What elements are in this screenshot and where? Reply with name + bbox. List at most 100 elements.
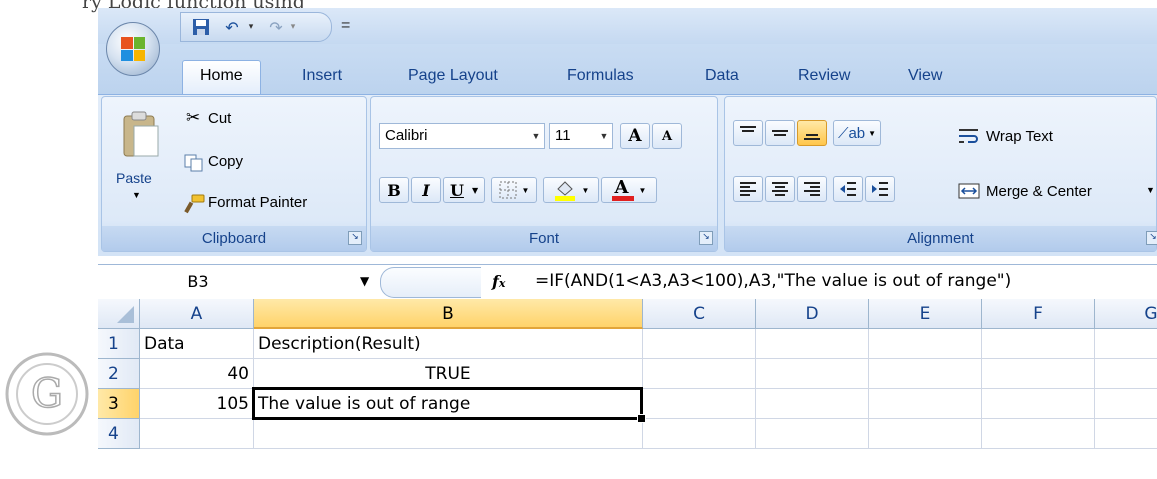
font-size-combo[interactable]: 11 ▼ <box>549 123 613 149</box>
column-header-b[interactable]: B <box>254 299 643 329</box>
column-header-f[interactable]: F <box>982 299 1095 329</box>
cell-a2[interactable]: 40 <box>140 359 254 389</box>
chevron-down-icon[interactable]: ▼ <box>596 124 612 148</box>
chevron-down-icon[interactable]: ▼ <box>522 186 530 195</box>
tab-review[interactable]: Review <box>798 67 850 85</box>
office-button[interactable] <box>106 22 160 76</box>
underline-button[interactable]: U ▼ <box>443 177 485 203</box>
alignment-launcher-icon[interactable]: ↘ <box>1146 231 1157 245</box>
cell-f3[interactable] <box>982 389 1095 419</box>
align-top-button[interactable] <box>733 120 763 146</box>
increase-indent-button[interactable] <box>865 176 895 202</box>
cell-g4[interactable] <box>1095 419 1157 449</box>
shrink-font-button[interactable]: A <box>652 123 682 149</box>
customize-toolbar-button[interactable]: = <box>341 17 350 35</box>
merge-center-icon <box>958 183 980 199</box>
column-header-g[interactable]: G <box>1095 299 1157 329</box>
align-left-button[interactable] <box>733 176 763 202</box>
tab-home[interactable]: Home <box>182 60 261 94</box>
cell-d3[interactable] <box>756 389 869 419</box>
insert-function-icon[interactable]: fx <box>492 268 505 297</box>
column-header-d[interactable]: D <box>756 299 869 329</box>
tab-formulas[interactable]: Formulas <box>567 67 634 85</box>
row-header-3[interactable]: 3 <box>98 389 140 419</box>
align-center-button[interactable] <box>765 176 795 202</box>
formula-bar-divider-knob[interactable] <box>380 267 481 298</box>
redo-icon[interactable]: ↷ <box>265 17 287 37</box>
cell-a1[interactable]: Data <box>140 329 254 359</box>
name-box-dropdown-icon[interactable]: ▼ <box>360 268 369 295</box>
cell-c1[interactable] <box>643 329 756 359</box>
cell-b1[interactable]: Description(Result) <box>254 329 643 359</box>
wrap-text-button[interactable]: Wrap Text <box>958 126 1098 150</box>
cell-a3[interactable]: 105 <box>140 389 254 419</box>
cell-e2[interactable] <box>869 359 982 389</box>
format-painter-button[interactable]: Format Painter <box>182 192 362 216</box>
italic-button[interactable]: I <box>411 177 441 203</box>
cell-g2[interactable] <box>1095 359 1157 389</box>
paste-button[interactable]: Paste ▼ <box>110 104 170 220</box>
redo-dropdown-icon[interactable]: ▾ <box>287 17 299 37</box>
cell-b4[interactable] <box>254 419 643 449</box>
grow-font-button[interactable]: A <box>620 123 650 149</box>
clipboard-icon <box>123 111 159 157</box>
borders-button[interactable]: ▼ <box>491 177 537 203</box>
cell-c4[interactable] <box>643 419 756 449</box>
column-header-e[interactable]: E <box>869 299 982 329</box>
chevron-down-icon[interactable]: ▼ <box>639 186 647 195</box>
row-header-4[interactable]: 4 <box>98 419 140 449</box>
cell-f4[interactable] <box>982 419 1095 449</box>
cell-e4[interactable] <box>869 419 982 449</box>
cell-f1[interactable] <box>982 329 1095 359</box>
select-all-button[interactable] <box>98 299 140 329</box>
shrink-font-icon: A <box>661 128 673 144</box>
chevron-down-icon[interactable]: ▼ <box>472 185 478 195</box>
chevron-down-icon[interactable]: ▼ <box>868 129 876 138</box>
column-header-c[interactable]: C <box>643 299 756 329</box>
row-header-2[interactable]: 2 <box>98 359 140 389</box>
font-launcher-icon[interactable]: ↘ <box>699 231 713 245</box>
wrap-text-icon <box>959 129 978 143</box>
font-name-combo[interactable]: Calibri ▼ <box>379 123 545 149</box>
cell-b2[interactable]: TRUE <box>254 359 643 389</box>
clipboard-launcher-icon[interactable]: ↘ <box>348 231 362 245</box>
cell-a4[interactable] <box>140 419 254 449</box>
cell-d4[interactable] <box>756 419 869 449</box>
cell-d2[interactable] <box>756 359 869 389</box>
align-bottom-button[interactable] <box>797 120 827 146</box>
undo-icon[interactable]: ↶ <box>221 17 243 37</box>
chevron-down-icon[interactable]: ▼ <box>1146 185 1155 195</box>
cell-e1[interactable] <box>869 329 982 359</box>
tab-page-layout[interactable]: Page Layout <box>408 67 498 85</box>
align-middle-button[interactable] <box>765 120 795 146</box>
undo-dropdown-icon[interactable]: ▾ <box>245 17 257 37</box>
formula-input[interactable]: =IF(AND(1<A3,A3<100),A3,"The value is ou… <box>535 268 1011 295</box>
cell-f2[interactable] <box>982 359 1095 389</box>
chevron-down-icon[interactable]: ▼ <box>528 124 544 148</box>
cell-d1[interactable] <box>756 329 869 359</box>
tab-data[interactable]: Data <box>705 67 739 85</box>
orientation-button[interactable]: ⟋ab ▼ <box>833 120 881 146</box>
name-box[interactable]: B3 <box>98 268 298 295</box>
column-header-a[interactable]: A <box>140 299 254 329</box>
cell-c2[interactable] <box>643 359 756 389</box>
row-header-1[interactable]: 1 <box>98 329 140 359</box>
office-logo-icon <box>121 37 145 61</box>
cell-e3[interactable] <box>869 389 982 419</box>
cell-c3[interactable] <box>643 389 756 419</box>
merge-center-button[interactable]: Merge & Center ▼ <box>958 181 1157 205</box>
tab-view[interactable]: View <box>908 67 942 85</box>
align-right-button[interactable] <box>797 176 827 202</box>
save-icon[interactable] <box>191 17 211 37</box>
cell-g3[interactable] <box>1095 389 1157 419</box>
cell-b3[interactable]: The value is out of range <box>254 389 643 419</box>
tab-insert[interactable]: Insert <box>302 67 342 85</box>
copy-button[interactable]: Copy <box>182 151 282 175</box>
decrease-indent-button[interactable] <box>833 176 863 202</box>
cell-g1[interactable] <box>1095 329 1157 359</box>
bold-button[interactable]: B <box>379 177 409 203</box>
font-color-button[interactable]: A ▼ <box>601 177 657 203</box>
cut-button[interactable]: ✂ Cut <box>182 108 272 132</box>
fill-color-button[interactable]: ▼ <box>543 177 599 203</box>
chevron-down-icon[interactable]: ▼ <box>582 186 590 195</box>
